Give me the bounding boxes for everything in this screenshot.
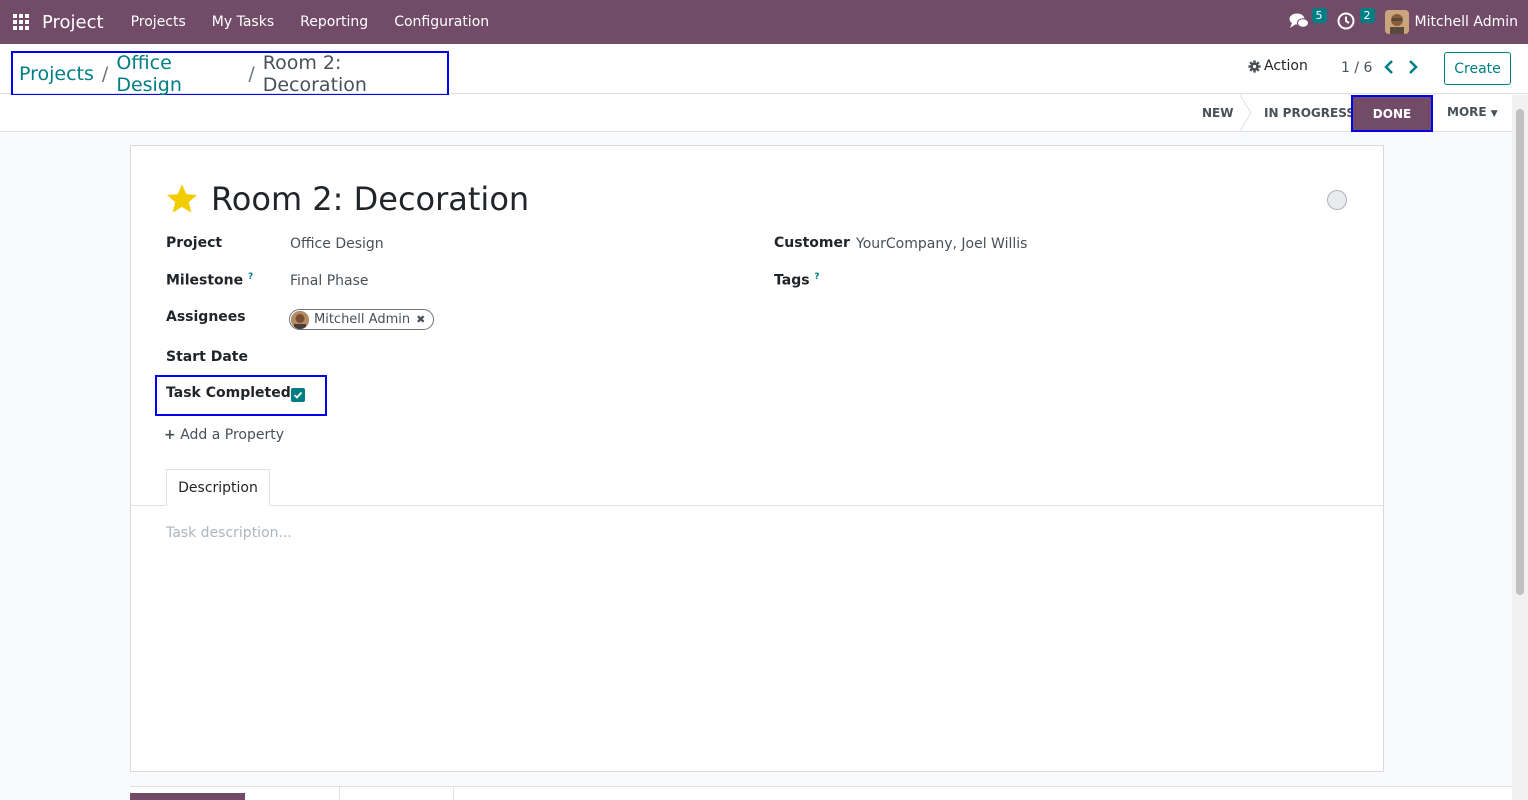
priority-star-icon[interactable] bbox=[165, 182, 199, 216]
description-editor[interactable]: Task description... bbox=[166, 525, 292, 541]
assignee-tag[interactable]: Mitchell Admin ✖ bbox=[289, 309, 435, 330]
breadcrumb-separator: / bbox=[101, 62, 109, 85]
messages-count-badge: 5 bbox=[1311, 8, 1327, 23]
stage-divider bbox=[1240, 95, 1252, 131]
action-button[interactable]: Action bbox=[1248, 58, 1308, 74]
pager-value[interactable]: 1 / 6 bbox=[1341, 60, 1372, 76]
chat-bubbles-icon bbox=[1289, 13, 1309, 28]
kanban-state-icon[interactable] bbox=[1327, 190, 1347, 210]
app-brand[interactable]: Project bbox=[42, 12, 104, 33]
assignee-name: Mitchell Admin bbox=[314, 312, 411, 327]
tab-divider bbox=[131, 505, 1383, 506]
breadcrumb-current: Room 2: Decoration bbox=[262, 51, 367, 96]
stage-more-label: MORE bbox=[1447, 105, 1487, 119]
remove-tag-icon[interactable]: ✖ bbox=[416, 313, 425, 326]
tab-description[interactable]: Description bbox=[166, 469, 270, 506]
add-property-button[interactable]: + Add a Property bbox=[164, 427, 284, 443]
create-button[interactable]: Create bbox=[1444, 52, 1511, 85]
scrollbar-thumb[interactable] bbox=[1516, 109, 1524, 595]
tags-label-text: Tags bbox=[774, 272, 810, 289]
user-photo-icon bbox=[1384, 10, 1409, 34]
chatter-divider bbox=[453, 787, 454, 800]
user-avatar[interactable] bbox=[1384, 10, 1409, 34]
task-title[interactable]: Room 2: Decoration bbox=[211, 180, 529, 218]
send-message-button[interactable] bbox=[130, 793, 245, 800]
project-field[interactable]: Office Design bbox=[290, 236, 384, 252]
assignees-label: Assignees bbox=[166, 309, 246, 325]
customer-label: Customer bbox=[774, 235, 850, 251]
tags-label: Tags ? bbox=[774, 272, 820, 289]
activities-button[interactable]: 2 bbox=[1337, 8, 1375, 32]
menu-my-tasks[interactable]: My Tasks bbox=[199, 14, 287, 30]
milestone-label: Milestone ? bbox=[166, 272, 253, 289]
clock-icon bbox=[1337, 12, 1354, 30]
form-sheet: Room 2: Decoration Project Office Design… bbox=[130, 145, 1384, 772]
page-scrollbar[interactable] bbox=[1512, 95, 1528, 800]
milestone-label-text: Milestone bbox=[166, 272, 244, 289]
task-completed-checkbox[interactable] bbox=[291, 388, 305, 402]
gear-icon bbox=[1248, 59, 1261, 73]
chevron-left-icon bbox=[1384, 60, 1393, 74]
activities-count-badge: 2 bbox=[1359, 8, 1375, 23]
start-date-label: Start Date bbox=[166, 349, 248, 365]
apps-grid-icon[interactable] bbox=[13, 14, 29, 30]
stage-more-button[interactable]: MORE ▼ bbox=[1447, 105, 1498, 119]
menu-projects[interactable]: Projects bbox=[118, 14, 199, 30]
stage-done[interactable]: DONE bbox=[1351, 95, 1433, 132]
stage-done-label: DONE bbox=[1372, 106, 1412, 121]
chevron-right-icon bbox=[1409, 60, 1418, 74]
assignee-avatar bbox=[291, 310, 309, 329]
task-completed-label: Task Completed bbox=[166, 385, 291, 401]
chatter-bar bbox=[130, 786, 1512, 800]
messages-button[interactable]: 5 bbox=[1289, 8, 1327, 32]
star-icon bbox=[166, 184, 198, 213]
pager-previous-button[interactable] bbox=[1381, 58, 1397, 76]
menu-configuration[interactable]: Configuration bbox=[381, 14, 502, 30]
add-property-label: Add a Property bbox=[180, 427, 285, 443]
breadcrumb: Projects / Office Design / Room 2: Decor… bbox=[11, 51, 449, 96]
control-panel: Projects / Office Design / Room 2: Decor… bbox=[0, 44, 1528, 96]
chatter-divider bbox=[339, 787, 340, 800]
checkmark-icon bbox=[293, 391, 303, 399]
caret-down-icon: ▼ bbox=[1490, 109, 1498, 119]
user-name[interactable]: Mitchell Admin bbox=[1415, 14, 1519, 30]
milestone-field[interactable]: Final Phase bbox=[290, 273, 369, 289]
project-label: Project bbox=[166, 235, 223, 251]
action-label: Action bbox=[1264, 58, 1308, 74]
user-photo-icon bbox=[291, 310, 309, 329]
menu-reporting[interactable]: Reporting bbox=[287, 14, 381, 30]
pager-next-button[interactable] bbox=[1405, 58, 1421, 76]
breadcrumb-office-design[interactable]: Office Design bbox=[116, 52, 240, 96]
top-navbar: Project Projects My Tasks Reporting Conf… bbox=[0, 0, 1528, 44]
stage-in-progress[interactable]: IN PROGRESS bbox=[1264, 95, 1355, 131]
help-icon[interactable]: ? bbox=[248, 272, 253, 282]
stage-new[interactable]: NEW bbox=[1202, 95, 1233, 131]
customer-field[interactable]: YourCompany, Joel Willis bbox=[856, 236, 1027, 252]
plus-icon: + bbox=[164, 427, 176, 443]
help-icon[interactable]: ? bbox=[814, 272, 819, 282]
breadcrumb-projects[interactable]: Projects bbox=[19, 63, 94, 85]
statusbar: NEW IN PROGRESS DONE MORE ▼ bbox=[0, 95, 1512, 132]
breadcrumb-separator: / bbox=[248, 62, 255, 85]
systray: 5 2 Mitchell Admin bbox=[1289, 0, 1528, 44]
